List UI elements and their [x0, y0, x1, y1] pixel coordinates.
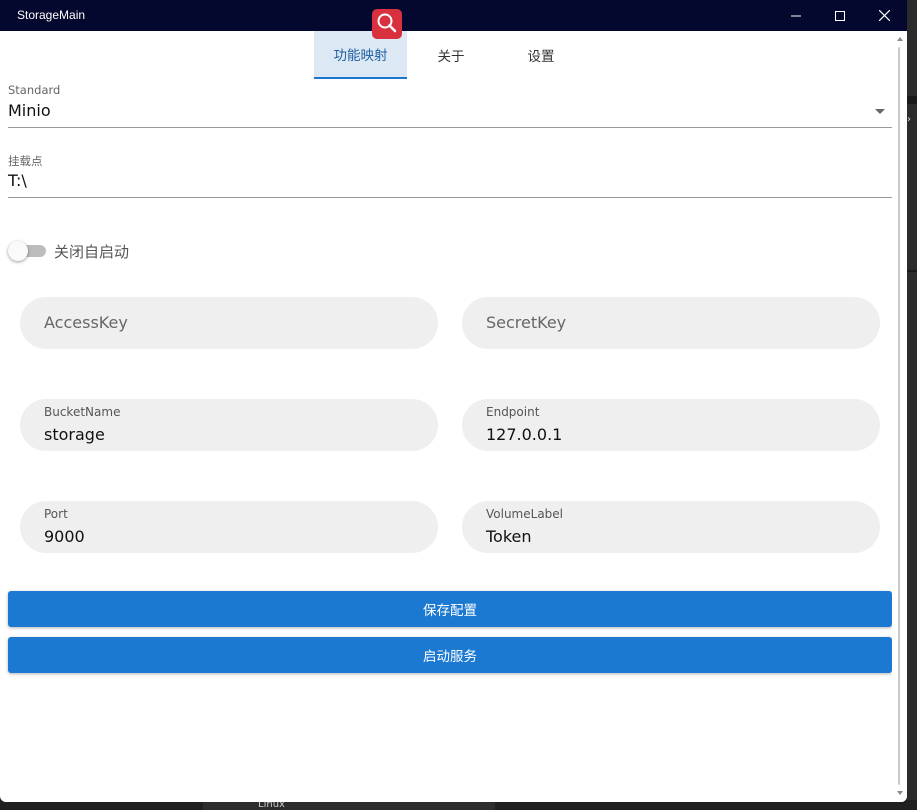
volume-label-value: Token — [486, 527, 532, 546]
tab-settings[interactable]: 设置 — [498, 31, 584, 79]
save-config-button[interactable]: 保存配置 — [8, 591, 892, 627]
port-input[interactable]: Port 9000 — [20, 501, 438, 553]
secret-key-placeholder: SecretKey — [486, 313, 567, 332]
scroll-up-icon[interactable] — [897, 37, 903, 41]
desktop-strip — [907, 96, 917, 104]
autostart-toggle[interactable] — [8, 241, 48, 261]
main-content: 功能映射 关于 设置 Standard Minio 挂载点 T:\ 关闭自启动 … — [8, 31, 892, 802]
bucket-name-value: storage — [44, 425, 105, 444]
bucket-name-label: BucketName — [44, 405, 121, 419]
scrollbar-thumb[interactable] — [898, 47, 900, 785]
tab-about[interactable]: 关于 — [408, 31, 494, 79]
port-label: Port — [44, 507, 68, 521]
maximize-icon — [835, 10, 845, 21]
scroll-down-icon[interactable] — [897, 791, 903, 795]
maximize-button[interactable] — [817, 0, 863, 31]
toggle-thumb — [8, 241, 28, 261]
standard-select-value: Minio — [8, 101, 51, 120]
desktop-strip — [907, 270, 917, 272]
bucket-name-input[interactable]: BucketName storage — [20, 399, 438, 451]
dropdown-arrow-icon — [875, 109, 885, 114]
mount-point-underline — [8, 197, 892, 198]
mount-point-value: T:\ — [8, 171, 27, 190]
endpoint-input[interactable]: Endpoint 127.0.0.1 — [462, 399, 880, 451]
chevron-right-icon: › — [907, 114, 911, 125]
standard-select-label: Standard — [8, 83, 61, 97]
endpoint-label: Endpoint — [486, 405, 540, 419]
secret-key-input[interactable]: SecretKey — [462, 297, 880, 349]
close-button[interactable] — [861, 0, 907, 31]
mount-point-label: 挂载点 — [8, 154, 43, 168]
minimize-button[interactable] — [773, 0, 819, 31]
title-bar[interactable]: StorageMain — [0, 0, 907, 39]
port-value: 9000 — [44, 527, 85, 546]
volume-label-input[interactable]: VolumeLabel Token — [462, 501, 880, 553]
search-icon — [372, 9, 402, 39]
access-key-input[interactable]: AccessKey — [20, 297, 438, 349]
app-window: StorageMain 功能映射 关于 设置 Standard Minio 挂载… — [0, 0, 907, 802]
standard-select-underline — [8, 127, 892, 128]
desktop-background-right: › — [907, 0, 917, 810]
window-title: StorageMain — [17, 8, 86, 22]
tab-bar: 功能映射 关于 设置 — [8, 31, 892, 79]
access-key-placeholder: AccessKey — [44, 313, 128, 332]
endpoint-value: 127.0.0.1 — [486, 425, 563, 444]
start-service-button[interactable]: 启动服务 — [8, 637, 892, 673]
close-icon — [878, 10, 890, 21]
volume-label-label: VolumeLabel — [486, 507, 564, 521]
minimize-icon — [791, 15, 801, 16]
autostart-toggle-label: 关闭自启动 — [54, 243, 130, 261]
vertical-scrollbar[interactable] — [892, 31, 907, 802]
